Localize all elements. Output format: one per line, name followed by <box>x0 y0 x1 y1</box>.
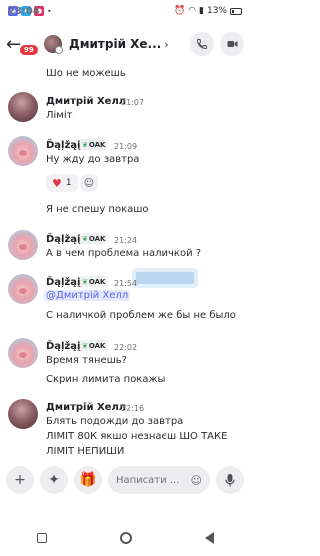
header-avatar[interactable] <box>44 35 63 54</box>
sparkle-apps-icon: ✦ <box>48 472 60 488</box>
voice-message-button[interactable] <box>216 466 244 494</box>
leaf-icon: ❦ <box>82 341 88 350</box>
gift-button[interactable]: 🎁 <box>74 466 102 494</box>
message-timestamp: 21:07 <box>121 98 145 107</box>
more-notifications-icon: • <box>47 6 52 16</box>
message-author[interactable]: Ďąļžąį <box>46 341 80 352</box>
leaf-icon: ❦ <box>82 234 88 243</box>
video-call-button[interactable] <box>220 32 244 56</box>
avatar[interactable] <box>8 274 38 304</box>
server-tag[interactable]: ❦ OAK <box>80 340 108 351</box>
back-triangle-icon[interactable] <box>204 532 214 544</box>
apps-button[interactable]: ✦ <box>40 466 68 494</box>
server-tag[interactable]: ❦ OAK <box>80 139 108 150</box>
battery-level: 13% <box>206 6 227 16</box>
server-tag[interactable]: ❦ OAK <box>80 276 108 287</box>
message-timestamp: 22:02 <box>114 343 138 352</box>
phone-icon <box>196 39 207 50</box>
battery-icon <box>230 7 242 15</box>
message-text: Ну жду до завтра <box>46 154 140 165</box>
attach-button[interactable]: + <box>6 466 34 494</box>
message-text-line: ЛІМІТ НЕПИШИ <box>46 446 125 457</box>
message-timestamp: 21:54 <box>114 279 138 288</box>
message-author[interactable]: Ďąļžąį <box>46 234 80 245</box>
leaf-icon: ❦ <box>82 277 88 286</box>
message-timestamp: 22:16 <box>121 404 145 413</box>
reaction-heart[interactable]: ♥ 1 <box>46 174 78 192</box>
message-author[interactable]: Дмитрій Хелл <box>46 96 126 107</box>
message-text-line: ЛІМІТ 80К якшо незнаєш ШО ТАКЕ <box>46 431 228 442</box>
gift-icon: 🎁 <box>79 472 97 488</box>
system-nav-bar <box>0 520 250 556</box>
microphone-icon <box>225 473 235 486</box>
status-bar: 23:04 ◉ ➤ ● • ⏰ ◠ ▮ 13% <box>0 0 250 22</box>
message-text-line: Блять подожди до завтра <box>46 416 184 427</box>
avatar[interactable] <box>8 92 38 122</box>
avatar[interactable] <box>8 136 38 166</box>
video-camera-icon <box>227 41 237 47</box>
message-text: С наличкой проблем же бы не было <box>46 310 236 321</box>
message-text: А в чем проблема наличкой ? <box>46 248 202 259</box>
plus-icon: + <box>14 472 26 488</box>
message-input[interactable]: Написати ... ☺ <box>108 466 210 494</box>
message-timestamp: 21:09 <box>114 142 138 151</box>
message-text: Время тянешь? <box>46 355 127 366</box>
add-reaction-button[interactable]: ☺ <box>80 174 98 192</box>
alarm-icon: ⏰ <box>173 6 186 16</box>
voice-call-button[interactable] <box>190 32 214 56</box>
add-emoji-icon: ☺ <box>83 177 95 189</box>
home-icon[interactable] <box>119 532 132 544</box>
unread-badge: 99 <box>20 45 38 55</box>
chevron-right-icon[interactable]: › <box>164 38 168 51</box>
leaf-icon: ❦ <box>82 140 88 149</box>
message-text: Я не спешу покашо <box>46 204 149 215</box>
wifi-icon: ◠ <box>188 6 197 16</box>
watermark-logo <box>132 268 198 288</box>
message-timestamp: 21:24 <box>114 236 138 245</box>
message-text: Ліміт <box>46 110 73 121</box>
recent-apps-icon[interactable] <box>36 533 47 543</box>
signal-icon: ▮ <box>199 6 204 16</box>
avatar[interactable] <box>8 399 38 429</box>
message-text: Скрин лимита покажы <box>46 374 166 385</box>
user-mention[interactable]: @Дмитрій Хелл <box>44 290 131 301</box>
message-composer: + ✦ 🎁 Написати ... ☺ <box>0 458 250 502</box>
avatar[interactable] <box>8 230 38 260</box>
message-author[interactable]: Дмитрій Хелл <box>46 402 126 413</box>
message-author[interactable]: Ďąļžąį <box>46 140 80 151</box>
chat-header: ← 99 Дмитрій Хе... › <box>0 24 250 64</box>
emoji-icon[interactable]: ☺ <box>191 474 202 487</box>
server-tag[interactable]: ❦ OAK <box>80 233 108 244</box>
message-text: Шо не можешь <box>46 68 126 79</box>
chat-title[interactable]: Дмитрій Хе... <box>69 37 161 51</box>
heart-icon: ♥ <box>52 176 62 190</box>
message-author[interactable]: Ďąļžąį <box>46 277 80 288</box>
clock: 23:04 <box>8 5 40 17</box>
avatar[interactable] <box>8 338 38 368</box>
